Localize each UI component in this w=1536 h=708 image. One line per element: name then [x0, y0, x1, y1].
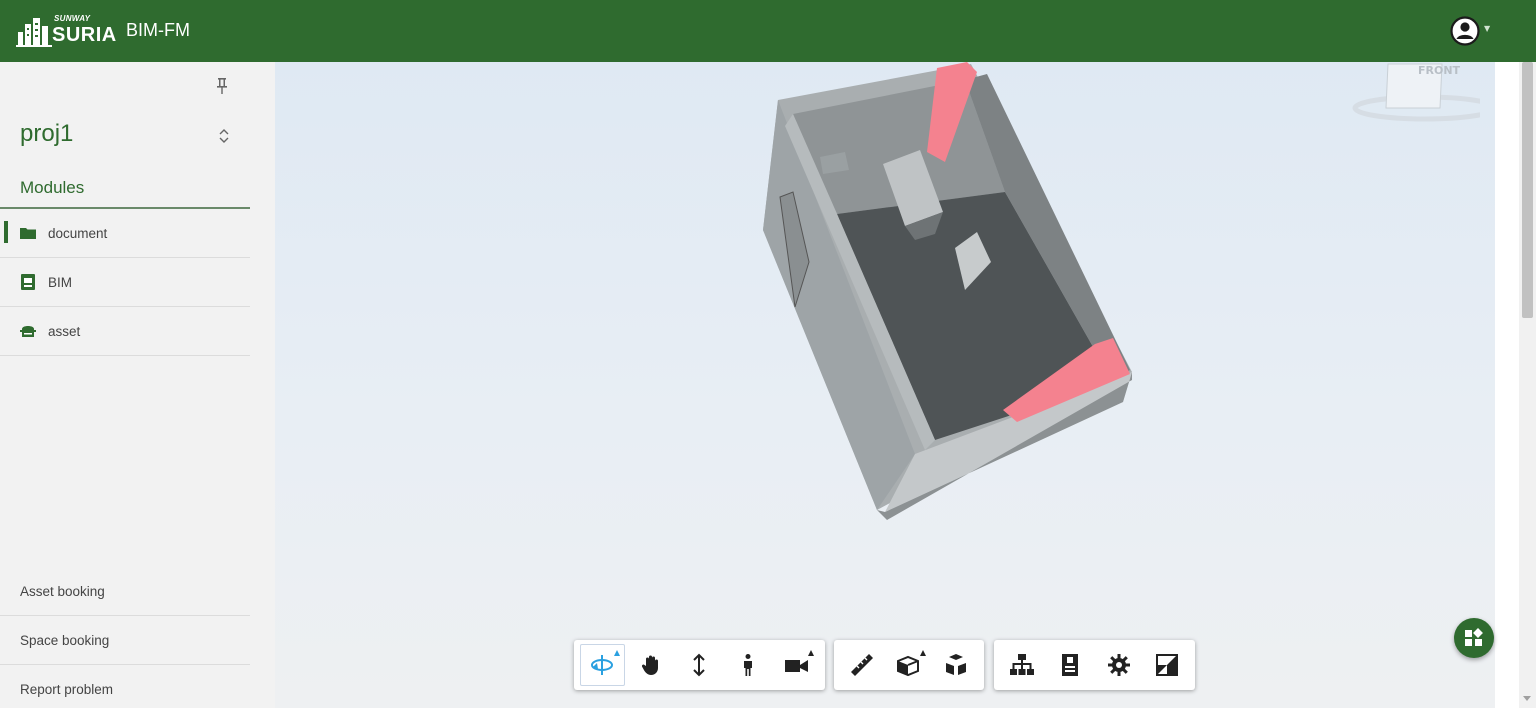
tools-toolbar: [834, 640, 984, 690]
first-person-button[interactable]: [726, 644, 771, 686]
scroll-thumb[interactable]: [1522, 62, 1533, 318]
model-browser-icon: [1010, 654, 1035, 675]
settings-button[interactable]: [1097, 644, 1141, 686]
sidebar-item-label: asset: [48, 323, 81, 339]
logo-small-text: SUNWAY: [54, 14, 91, 23]
orbit-button[interactable]: [580, 644, 625, 686]
sidebar: proj1 Modules document BIM asset Asset b…: [0, 62, 275, 708]
scroll-down-icon[interactable]: [1523, 696, 1531, 701]
folder-icon: [20, 225, 36, 241]
model-browser-button[interactable]: [1000, 644, 1044, 686]
fullscreen-button[interactable]: [1145, 644, 1189, 686]
explode-button[interactable]: [935, 644, 978, 686]
settings-icon: [1107, 654, 1130, 676]
viewcube[interactable]: FRONT: [1330, 62, 1480, 126]
report-problem-link[interactable]: Report problem: [0, 665, 250, 708]
space-booking-link[interactable]: Space booking: [0, 616, 250, 665]
chevron-down-icon: ▼: [1484, 23, 1491, 33]
bim-icon: [20, 274, 36, 290]
extensions-icon: [1465, 628, 1483, 646]
sidebar-item-document[interactable]: document: [0, 209, 250, 258]
measure-icon: [850, 654, 873, 676]
section-button[interactable]: [887, 644, 930, 686]
pin-icon[interactable]: [214, 76, 230, 96]
asset-booking-link[interactable]: Asset booking: [0, 567, 250, 616]
logo-main-text: SURIA: [52, 24, 117, 46]
settings-toolbar: [994, 640, 1195, 690]
sidebar-item-label: BIM: [48, 274, 73, 290]
viewcube-front-label: FRONT: [1418, 64, 1461, 77]
extensions-fab-button[interactable]: [1454, 618, 1494, 658]
camera-icon: [784, 660, 808, 672]
user-menu-button[interactable]: ▼: [1450, 15, 1498, 47]
pan-button[interactable]: [629, 644, 674, 686]
first-person-icon: [744, 654, 753, 676]
zoom-button[interactable]: [677, 644, 722, 686]
app-title: BIM-FM: [126, 20, 190, 40]
user-avatar-icon: [1450, 16, 1480, 46]
sidebar-item-asset[interactable]: asset: [0, 307, 250, 356]
building-logo-icon: [16, 18, 52, 47]
bim-viewer[interactable]: FRONT: [275, 62, 1495, 708]
camera-button[interactable]: [774, 644, 819, 686]
page-scrollbar[interactable]: [1519, 62, 1536, 708]
modules-heading: Modules: [20, 178, 85, 197]
sidebar-item-label: document: [48, 225, 108, 241]
explode-icon: [946, 654, 967, 675]
project-switch-icon[interactable]: [216, 126, 232, 146]
properties-button[interactable]: [1048, 644, 1092, 686]
sidebar-item-bim[interactable]: BIM: [0, 258, 250, 307]
project-name: proj1: [20, 120, 74, 147]
asset-icon: [20, 323, 36, 339]
zoom-icon: [693, 653, 706, 677]
measure-button[interactable]: [840, 644, 883, 686]
fullscreen-icon: [1155, 654, 1178, 676]
company-logo[interactable]: SUNWAY SURIA: [16, 14, 118, 48]
navigation-toolbar: [574, 640, 825, 690]
properties-icon: [1062, 654, 1079, 676]
building-model[interactable]: [275, 62, 1495, 708]
pan-icon: [641, 655, 658, 675]
top-bar: SUNWAY SURIA BIM-FM ▼: [0, 0, 1536, 62]
section-icon: [896, 655, 919, 677]
orbit-icon: [591, 655, 614, 675]
